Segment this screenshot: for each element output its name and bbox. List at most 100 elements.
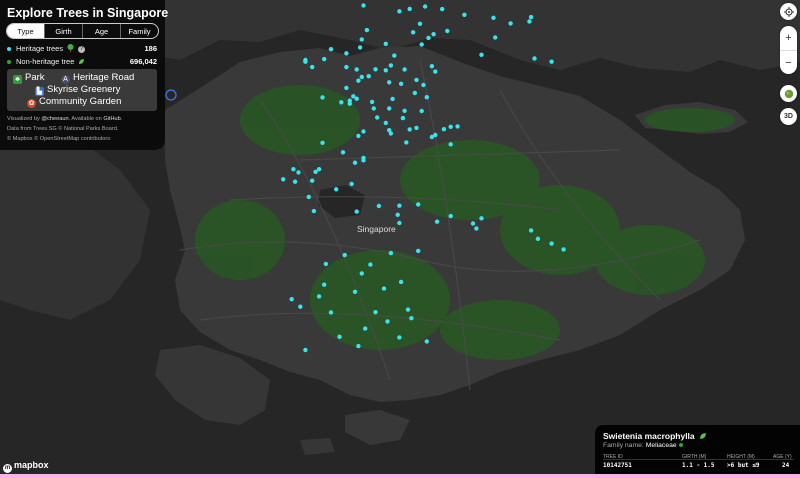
heritage-tree-marker[interactable] xyxy=(479,52,484,57)
heritage-tree-marker[interactable] xyxy=(387,80,392,85)
heritage-tree-marker[interactable] xyxy=(424,339,429,344)
heritage-tree-marker[interactable] xyxy=(448,213,453,219)
heritage-tree-marker[interactable] xyxy=(349,181,354,187)
heritage-tree-marker[interactable] xyxy=(433,69,438,74)
heritage-tree-marker[interactable] xyxy=(359,74,364,80)
heritage-tree-marker[interactable] xyxy=(388,250,394,256)
heritage-tree-marker[interactable] xyxy=(410,30,416,35)
heritage-tree-marker[interactable] xyxy=(412,90,417,96)
heritage-tree-marker[interactable] xyxy=(532,56,537,61)
heritage-tree-marker[interactable] xyxy=(383,120,388,126)
heritage-tree-marker[interactable] xyxy=(344,64,349,70)
heritage-tree-marker[interactable] xyxy=(320,95,325,100)
heritage-tree-marker[interactable] xyxy=(455,124,460,129)
heritage-tree-marker[interactable] xyxy=(508,21,513,26)
heritage-tree-marker[interactable] xyxy=(292,179,298,184)
heritage-tree-marker[interactable] xyxy=(328,310,334,315)
heritage-tree-marker[interactable] xyxy=(535,236,541,241)
heritage-tree-marker[interactable] xyxy=(448,124,453,129)
heritage-tree-marker[interactable] xyxy=(395,212,400,217)
locate-button[interactable] xyxy=(780,3,797,20)
heritage-tree-marker[interactable] xyxy=(527,19,532,24)
heritage-tree-marker[interactable] xyxy=(376,203,382,209)
heritage-tree-marker[interactable] xyxy=(385,319,390,324)
heritage-tree-marker[interactable] xyxy=(322,56,327,62)
heritage-tree-marker[interactable] xyxy=(366,74,371,79)
heritage-tree-marker[interactable] xyxy=(375,115,380,120)
heritage-tree-marker[interactable] xyxy=(361,129,366,134)
heritage-tree-marker[interactable] xyxy=(388,63,394,68)
heritage-tree-marker[interactable] xyxy=(361,3,366,8)
heritage-tree-marker[interactable] xyxy=(311,208,317,214)
heritage-tree-marker[interactable] xyxy=(347,101,352,106)
heritage-tree-marker[interactable] xyxy=(316,294,322,299)
heritage-tree-marker[interactable] xyxy=(298,304,303,309)
heritage-tree-marker[interactable] xyxy=(549,241,554,246)
heritage-tree-marker[interactable] xyxy=(402,108,407,114)
heritage-tree-marker[interactable] xyxy=(429,63,435,69)
heritage-tree-marker[interactable] xyxy=(368,262,373,267)
tab-age[interactable]: Age xyxy=(82,24,120,38)
heritage-tree-marker[interactable] xyxy=(441,127,447,132)
heritage-tree-marker[interactable] xyxy=(316,167,322,172)
heritage-tree-marker[interactable] xyxy=(340,150,346,155)
author-link[interactable]: @cheeaun xyxy=(41,116,68,122)
heritage-tree-marker[interactable] xyxy=(322,282,327,287)
heritage-tree-marker[interactable] xyxy=(306,194,311,200)
heritage-tree-marker[interactable] xyxy=(361,158,366,163)
heritage-tree-marker[interactable] xyxy=(407,6,412,12)
heritage-tree-marker[interactable] xyxy=(431,32,436,37)
heritage-tree-marker[interactable] xyxy=(381,286,387,291)
heritage-tree-marker[interactable] xyxy=(356,343,361,349)
heritage-tree-marker[interactable] xyxy=(344,51,349,56)
heritage-tree-marker[interactable] xyxy=(440,6,445,12)
heritage-tree-marker[interactable] xyxy=(416,202,421,207)
heritage-tree-marker[interactable] xyxy=(528,14,534,20)
heritage-tree-marker[interactable] xyxy=(303,347,308,353)
heritage-tree-marker[interactable] xyxy=(392,53,397,58)
heritage-tree-marker[interactable] xyxy=(373,310,378,315)
heritage-tree-marker[interactable] xyxy=(281,177,286,182)
heritage-tree-marker[interactable] xyxy=(416,248,421,254)
tab-type[interactable]: Type xyxy=(7,24,44,38)
heritage-tree-marker[interactable] xyxy=(359,271,364,276)
heritage-tree-marker[interactable] xyxy=(303,57,308,63)
heritage-tree-marker[interactable] xyxy=(354,67,359,72)
heritage-tree-marker[interactable] xyxy=(289,297,294,302)
heritage-tree-marker[interactable] xyxy=(398,81,404,87)
heritage-tree-marker[interactable] xyxy=(491,15,496,20)
mapbox-logo[interactable]: m mapbox xyxy=(3,460,49,473)
heritage-tree-marker[interactable] xyxy=(352,160,358,165)
heritage-tree-marker[interactable] xyxy=(400,115,406,121)
heritage-tree-marker[interactable] xyxy=(352,289,358,294)
heritage-tree-marker[interactable] xyxy=(371,106,376,111)
heritage-tree-marker[interactable] xyxy=(422,4,428,9)
view-3d-button[interactable]: 3D xyxy=(780,108,797,125)
heritage-tree-marker[interactable] xyxy=(402,67,407,72)
credit-line-2[interactable]: Data from Trees.SG © National Parks Boar… xyxy=(7,126,118,132)
zoom-out-button[interactable]: − xyxy=(780,51,797,75)
heritage-tree-marker[interactable] xyxy=(479,216,484,221)
heritage-tree-marker[interactable] xyxy=(337,334,342,339)
heritage-tree-marker[interactable] xyxy=(561,247,566,252)
heritage-tree-marker[interactable] xyxy=(407,127,412,132)
heritage-tree-marker[interactable] xyxy=(313,169,318,174)
heritage-tree-marker[interactable] xyxy=(323,261,329,267)
heritage-tree-marker[interactable] xyxy=(363,326,368,331)
heritage-tree-marker[interactable] xyxy=(434,219,440,224)
heritage-tree-marker[interactable] xyxy=(334,187,339,192)
heritage-tree-marker[interactable] xyxy=(419,42,424,47)
heritage-tree-marker[interactable] xyxy=(383,68,388,73)
heritage-tree-marker[interactable] xyxy=(351,94,356,99)
heritage-tree-marker[interactable] xyxy=(356,78,361,83)
heritage-tree-marker[interactable] xyxy=(470,221,476,226)
heritage-tree-marker[interactable] xyxy=(310,64,315,70)
heritage-tree-marker[interactable] xyxy=(424,95,429,100)
heritage-tree-marker[interactable] xyxy=(354,209,359,214)
heritage-tree-marker[interactable] xyxy=(356,133,361,139)
heritage-tree-marker[interactable] xyxy=(462,12,467,17)
heritage-tree-marker[interactable] xyxy=(339,100,344,105)
heritage-tree-marker[interactable] xyxy=(419,108,424,114)
heritage-tree-marker[interactable] xyxy=(397,335,402,340)
heritage-tree-marker[interactable] xyxy=(320,140,325,145)
